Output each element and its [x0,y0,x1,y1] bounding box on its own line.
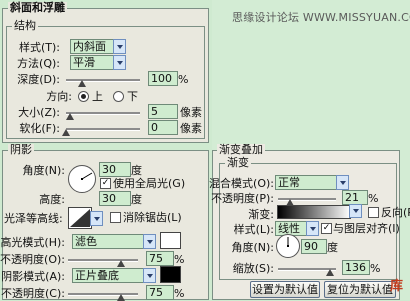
size-slider-thumb[interactable] [65,113,74,120]
corner-logo: 库 [390,279,404,294]
bevel-section-title: 斜面和浮雕 [8,1,67,14]
gloss-contour-picker[interactable] [68,207,92,229]
align-with-layer-label: 与图层对齐(I) [333,222,400,235]
size-unit: 像素 [180,106,202,119]
chevron-down-icon [349,204,362,218]
highlight-opacity-thumb[interactable] [116,260,125,267]
shadow-opacity-label: 不透明度(C): [1,287,65,300]
style-label: 样式(T): [18,41,60,54]
use-global-light-label: 使用全局光(G) [113,177,186,190]
highlight-mode-label: 高光模式(H): [0,236,65,249]
gradient-opacity-label: 不透明度(P): [211,192,274,205]
depth-slider-track[interactable] [66,79,140,82]
shading-angle-dial[interactable] [68,165,96,193]
shadow-color-swatch[interactable] [160,266,181,283]
size-slider-track[interactable] [66,112,140,115]
highlight-opacity-track[interactable] [68,259,138,262]
angle-needle-icon [287,237,289,246]
shading-group-title: 阴影 [8,143,34,156]
chevron-down-icon [113,39,126,54]
depth-unit: % [178,73,189,86]
direction-up-label: 上 [92,90,103,103]
reverse-checkbox[interactable] [368,207,379,218]
technique-value: 平滑 [73,56,95,69]
depth-label: 深度(D): [17,73,60,86]
direction-up-radio[interactable] [78,91,89,102]
set-default-button[interactable]: 设置为默认值 [250,281,320,298]
gradient-style-select[interactable]: 线性 [275,221,319,236]
shading-angle-input[interactable]: 30 [99,162,131,177]
gradient-angle-unit: 度 [327,241,338,254]
blend-mode-value: 正常 [278,176,300,189]
structure-group-title: 结构 [12,19,38,32]
gradient-angle-dial[interactable] [276,234,300,258]
gradient-label: 渐变: [248,208,274,221]
soften-label: 软化(F): [19,122,60,135]
chevron-down-icon [306,221,319,236]
shading-angle-unit: 度 [131,164,142,177]
scale-unit: % [370,262,381,275]
technique-select[interactable]: 平滑 [70,55,126,70]
highlight-opacity-input[interactable]: 75 [146,251,174,266]
shadow-opacity-track[interactable] [68,293,138,296]
contour-curve-icon [70,209,90,227]
shadow-mode-select[interactable]: 正片叠底 [72,268,156,283]
technique-label: 方法(Q): [17,57,60,70]
angle-needle-icon [81,172,93,180]
scale-input[interactable]: 136 [342,260,370,275]
blend-mode-select[interactable]: 正常 [275,175,349,190]
chevron-down-icon [336,175,349,190]
chevron-down-icon [113,55,126,70]
gradient-angle-label: 角度(N): [231,241,274,254]
blend-mode-label: 混合模式(O): [209,177,274,190]
gradient-overlay-title: 渐变叠加 [217,143,265,156]
gradient-style-label: 样式(L): [233,223,274,236]
highlight-opacity-unit: % [174,253,185,266]
altitude-unit: 度 [131,193,142,206]
style-select[interactable]: 内斜面 [70,39,126,54]
shadow-opacity-unit: % [174,287,185,300]
shadow-mode-value: 正片叠底 [75,269,119,282]
scale-slider-thumb[interactable] [326,269,335,276]
soften-slider-thumb[interactable] [62,129,70,136]
gradient-opacity-unit: % [368,192,379,205]
depth-slider-thumb[interactable] [78,80,87,87]
altitude-label: 高度: [39,193,65,206]
reset-default-button[interactable]: 复位为默认值 [324,281,396,298]
highlight-opacity-label: 不透明度(O): [0,253,65,266]
gradient-preview[interactable] [277,205,351,219]
soften-unit: 像素 [180,122,202,135]
watermark: 思缘设计论坛 WWW.MISSYUAN.COM [232,11,410,24]
soften-input[interactable]: 0 [148,120,178,135]
size-input[interactable]: 5 [148,104,178,119]
reverse-label: 反向(R) [381,206,410,219]
align-with-layer-checkbox[interactable]: ✓ [321,223,332,234]
chevron-down-icon [143,268,156,283]
soften-slider-track[interactable] [66,128,140,131]
chevron-down-icon [90,211,103,226]
anti-aliased-label: 消除锯齿(L) [123,211,182,224]
gradient-group-title: 渐变 [225,156,251,169]
direction-down-label: 下 [127,90,138,103]
altitude-input[interactable]: 30 [99,191,131,206]
use-global-light-checkbox[interactable]: ✓ [100,178,111,189]
size-label: 大小(Z): [18,106,60,119]
anti-aliased-checkbox[interactable] [110,212,121,223]
gloss-contour-label: 光泽等高线: [4,212,63,225]
scale-label: 缩放(S): [232,262,274,275]
gradient-opacity-input[interactable]: 21 [342,190,368,205]
direction-label: 方向: [46,90,72,103]
chevron-down-icon [143,234,156,249]
highlight-color-swatch[interactable] [160,232,181,249]
gradient-angle-input[interactable]: 90 [301,239,327,254]
highlight-mode-select[interactable]: 滤色 [72,234,156,249]
shadow-mode-label: 阴影模式(A): [1,270,65,283]
direction-down-radio[interactable] [113,91,124,102]
depth-input[interactable]: 100 [148,71,178,86]
shadow-opacity-input[interactable]: 75 [146,285,174,300]
shading-angle-label: 角度(N): [22,164,65,177]
highlight-mode-value: 滤色 [75,235,97,248]
style-value: 内斜面 [73,40,106,53]
